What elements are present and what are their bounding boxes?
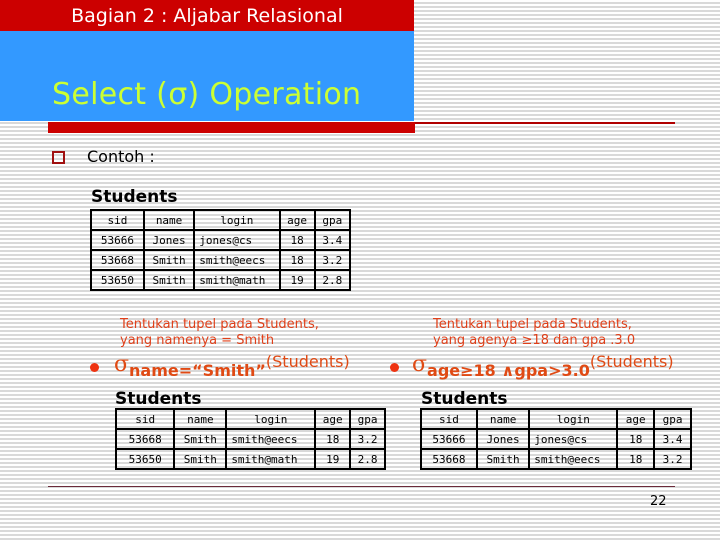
left-task-line-1: Tentukan tupel pada Students, bbox=[120, 317, 319, 332]
table-cell: 53668 bbox=[420, 448, 478, 470]
selection-condition: name=“Smith” bbox=[129, 361, 266, 380]
page-number: 22 bbox=[650, 494, 667, 509]
table-cell: 2.8 bbox=[313, 269, 352, 291]
slide-title: Select (σ) Operation bbox=[52, 77, 362, 112]
title-underline-extension bbox=[415, 122, 675, 124]
section-title: Bagian 2 : Aljabar Relasional bbox=[71, 4, 343, 27]
table-header-row: sid name login age gpa bbox=[114, 408, 386, 430]
table-row: 53668 Smith smith@eecs 18 3.2 bbox=[90, 249, 352, 271]
table-cell: 53650 bbox=[114, 448, 176, 470]
column-header: gpa bbox=[349, 408, 386, 430]
table-cell: smith@eecs bbox=[528, 448, 619, 470]
bullet-label: Contoh : bbox=[87, 147, 155, 166]
source-table: sid name login age gpa 53666 Jones jones… bbox=[90, 209, 352, 291]
column-header: age bbox=[616, 408, 656, 430]
column-header: login bbox=[528, 408, 619, 430]
table-cell: jones@cs bbox=[528, 428, 619, 450]
table-cell: 18 bbox=[278, 249, 316, 271]
column-header: gpa bbox=[653, 408, 692, 430]
table-cell: 3.2 bbox=[349, 428, 386, 450]
table-cell: 19 bbox=[314, 448, 352, 470]
column-header: age bbox=[314, 408, 352, 430]
table-cell: 18 bbox=[616, 448, 656, 470]
right-task-description: Tentukan tupel pada Students, yang ageny… bbox=[433, 317, 635, 349]
right-result-caption: Students bbox=[421, 389, 508, 409]
column-header: login bbox=[193, 209, 281, 231]
source-table-caption: Students bbox=[91, 187, 178, 207]
column-header: age bbox=[278, 209, 316, 231]
table-cell: smith@math bbox=[225, 448, 317, 470]
table-cell: jones@cs bbox=[193, 229, 281, 251]
table-cell: 3.4 bbox=[653, 428, 692, 450]
right-result-table: sid name login age gpa 53666 Jones jones… bbox=[420, 408, 692, 470]
left-task-description: Tentukan tupel pada Students, yang namen… bbox=[120, 317, 319, 349]
square-bullet-icon bbox=[52, 151, 65, 164]
column-header: sid bbox=[114, 408, 176, 430]
column-header: name bbox=[173, 408, 228, 430]
left-task-line-2: yang namenya = Smith bbox=[120, 333, 275, 348]
table-cell: 18 bbox=[278, 229, 316, 251]
table-cell: 18 bbox=[314, 428, 352, 450]
table-cell: 53650 bbox=[90, 269, 145, 291]
table-cell: 53668 bbox=[90, 249, 145, 271]
table-cell: smith@math bbox=[193, 269, 281, 291]
selection-condition: age≥18 ∧gpa>3.0 bbox=[427, 361, 590, 380]
right-task-line-2: yang agenya ≥18 dan gpa .3.0 bbox=[433, 333, 636, 348]
relation-argument: (Students) bbox=[589, 352, 674, 371]
table-cell: smith@eecs bbox=[225, 428, 317, 450]
round-bullet-icon bbox=[90, 363, 99, 372]
table-row: 53668 Smith smith@eecs 18 3.2 bbox=[114, 428, 386, 450]
table-header-row: sid name login age gpa bbox=[90, 209, 352, 231]
table-cell: 53666 bbox=[420, 428, 478, 450]
table-cell: 18 bbox=[616, 428, 656, 450]
right-task-line-1: Tentukan tupel pada Students, bbox=[433, 317, 632, 332]
section-header: Bagian 2 : Aljabar Relasional bbox=[0, 0, 414, 31]
sigma-symbol: σ bbox=[114, 352, 130, 377]
table-cell: Jones bbox=[475, 428, 531, 450]
column-header: sid bbox=[90, 209, 145, 231]
footer-divider bbox=[48, 486, 675, 487]
table-cell: 19 bbox=[278, 269, 316, 291]
table-row: 53650 Smith smith@math 19 2.8 bbox=[90, 269, 352, 291]
column-header: name bbox=[142, 209, 196, 231]
table-cell: 3.2 bbox=[313, 249, 352, 271]
table-cell: 53668 bbox=[114, 428, 176, 450]
table-cell: 3.2 bbox=[653, 448, 692, 470]
column-header: sid bbox=[420, 408, 478, 430]
table-row: 53666 Jones jones@cs 18 3.4 bbox=[90, 229, 352, 251]
column-header: login bbox=[225, 408, 317, 430]
table-cell: smith@eecs bbox=[193, 249, 281, 271]
sigma-symbol: σ bbox=[412, 352, 428, 377]
table-cell: 3.4 bbox=[313, 229, 352, 251]
table-cell: Smith bbox=[142, 249, 196, 271]
round-bullet-icon bbox=[390, 363, 399, 372]
table-row: 53650 Smith smith@math 19 2.8 bbox=[114, 448, 386, 470]
column-header: name bbox=[475, 408, 531, 430]
table-header-row: sid name login age gpa bbox=[420, 408, 692, 430]
table-cell: Jones bbox=[142, 229, 196, 251]
left-result-caption: Students bbox=[115, 389, 202, 409]
right-selection-expression: σage≥18 ∧gpa>3.0(Students) bbox=[412, 352, 674, 380]
relation-argument: (Students) bbox=[265, 352, 350, 371]
table-cell: Smith bbox=[475, 448, 531, 470]
table-cell: 2.8 bbox=[349, 448, 386, 470]
table-row: 53668 Smith smith@eecs 18 3.2 bbox=[420, 448, 692, 470]
table-row: 53666 Jones jones@cs 18 3.4 bbox=[420, 428, 692, 450]
table-cell: 53666 bbox=[90, 229, 145, 251]
table-cell: Smith bbox=[173, 448, 228, 470]
table-cell: Smith bbox=[173, 428, 228, 450]
title-underline bbox=[48, 122, 415, 133]
left-result-table: sid name login age gpa 53668 Smith smith… bbox=[114, 408, 386, 470]
column-header: gpa bbox=[313, 209, 352, 231]
table-cell: Smith bbox=[142, 269, 196, 291]
left-selection-expression: σname=“Smith”(Students) bbox=[114, 352, 350, 380]
